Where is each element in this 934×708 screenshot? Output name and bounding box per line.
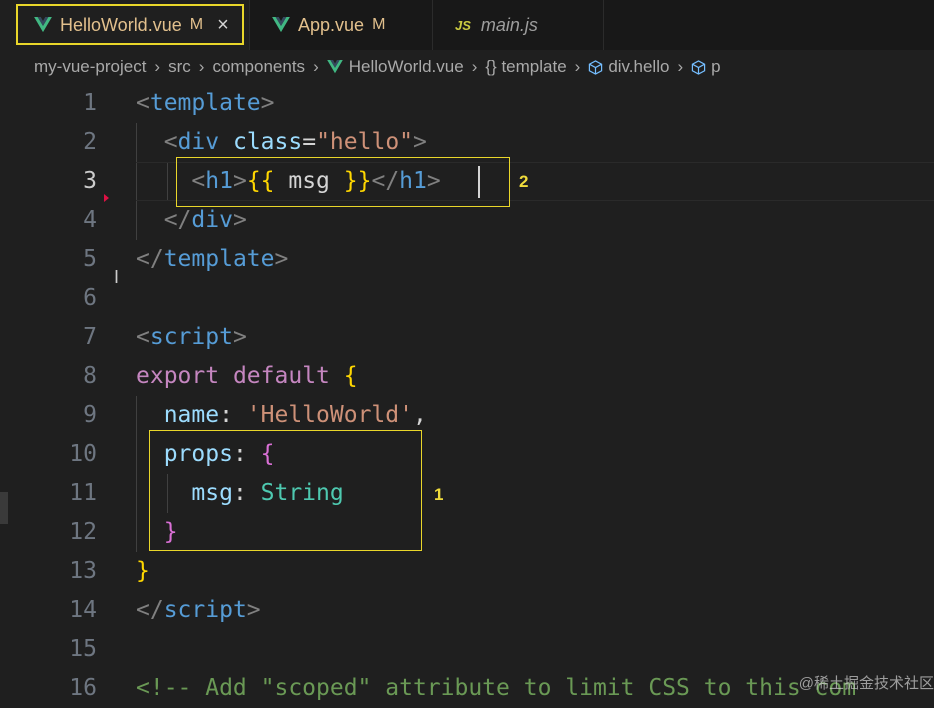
- js-file-icon: JS: [455, 17, 471, 33]
- tab-label: App.vue: [298, 14, 365, 35]
- annotation-label-2: 2: [519, 172, 529, 191]
- breadcrumb-item[interactable]: p: [711, 57, 720, 77]
- line-number: 4: [83, 207, 97, 233]
- code-line: 11 msg: String: [0, 474, 934, 513]
- vue-file-icon: [34, 17, 52, 33]
- vue-file-icon: [326, 60, 343, 74]
- breadcrumb-item[interactable]: div.hello: [608, 57, 669, 77]
- code-line: 7 <script>: [0, 318, 934, 357]
- line-number: 14: [69, 597, 97, 623]
- code-token: div: [177, 129, 220, 155]
- code-line: 5 </template>: [0, 240, 934, 279]
- code-token: default: [232, 363, 330, 389]
- chevron-right-icon: ›: [154, 57, 161, 76]
- code-line: 13 }: [0, 552, 934, 591]
- chevron-right-icon: ›: [471, 57, 478, 76]
- tab-label: HelloWorld.vue: [60, 14, 182, 35]
- chevron-right-icon: ›: [574, 57, 581, 76]
- line-number: 1: [83, 90, 97, 116]
- line-number: 9: [83, 402, 97, 428]
- cube-icon: [589, 59, 603, 75]
- line-number: 16: [69, 675, 97, 701]
- code-line: 8 export default {: [0, 357, 934, 396]
- vue-file-icon: [272, 17, 290, 33]
- tab-bar: HelloWorld.vue M × App.vue M JS main.js: [0, 0, 934, 50]
- code-line: 9 name: 'HelloWorld',: [0, 396, 934, 435]
- code-token: template: [163, 246, 275, 272]
- tab-app-vue[interactable]: App.vue M: [249, 0, 432, 50]
- code-line: 10 props: {: [0, 435, 934, 474]
- modified-badge: M: [372, 16, 386, 33]
- tab-label: main.js: [480, 14, 538, 35]
- code-token: }: [136, 558, 150, 584]
- line-number: 15: [69, 636, 97, 662]
- line-number: 5: [83, 246, 97, 272]
- tab-helloworld-vue[interactable]: HelloWorld.vue M ×: [0, 0, 249, 50]
- line-number: 8: [83, 363, 97, 389]
- watermark: @稀土掘金技术社区: [798, 675, 934, 692]
- cube-icon: [691, 59, 706, 75]
- line-number: 12: [69, 519, 97, 545]
- code-line: 12 }: [0, 513, 934, 552]
- code-token: div: [191, 207, 233, 233]
- line-number: 3: [83, 168, 97, 194]
- line-number: 11: [69, 480, 97, 506]
- code-line: 16 <!-- Add "scoped" attribute to limit …: [0, 669, 934, 708]
- line-number: 7: [83, 324, 97, 350]
- breadcrumb-item[interactable]: my-vue-project: [34, 57, 146, 77]
- modified-badge: M: [189, 16, 204, 33]
- code-token: script: [149, 324, 233, 350]
- chevron-right-icon: ›: [313, 57, 319, 76]
- close-icon[interactable]: ×: [217, 14, 229, 37]
- breadcrumb: my-vue-project › src › components › Hell…: [0, 50, 934, 84]
- breadcrumb-item[interactable]: src: [168, 57, 191, 77]
- code-token: name: [163, 402, 220, 428]
- code-token: export: [136, 363, 220, 389]
- code-comment: <!-- Add "scoped" attribute to limit CSS…: [136, 675, 857, 701]
- line-number: 2: [83, 129, 97, 155]
- annotation-label-1: 1: [434, 485, 444, 504]
- code-editor[interactable]: I 1 <template> 2 <div class="hello"> 3 <…: [0, 84, 934, 703]
- code-line: 6: [0, 279, 934, 318]
- annotation-box-2: [176, 157, 510, 207]
- code-token: class: [232, 129, 303, 155]
- breadcrumb-item[interactable]: HelloWorld.vue: [349, 57, 464, 77]
- chevron-right-icon: ›: [677, 57, 684, 76]
- breadcrumb-item[interactable]: {} template: [485, 57, 566, 77]
- code-token: 'HelloWorld': [246, 402, 413, 428]
- chevron-right-icon: ›: [198, 57, 205, 76]
- code-line: 14 </script>: [0, 591, 934, 630]
- code-line: 1 <template>: [0, 84, 934, 123]
- line-number: 13: [69, 558, 97, 584]
- code-token: script: [163, 597, 247, 623]
- annotation-box-1: [149, 430, 422, 551]
- tab-main-js[interactable]: JS main.js: [432, 0, 604, 50]
- code-token: {: [343, 363, 358, 389]
- code-token: template: [149, 90, 261, 116]
- code-line: 15: [0, 630, 934, 669]
- line-number: 10: [69, 441, 97, 467]
- line-number: 6: [83, 285, 97, 311]
- breadcrumb-item[interactable]: components: [212, 57, 305, 77]
- code-token: "hello": [316, 129, 414, 155]
